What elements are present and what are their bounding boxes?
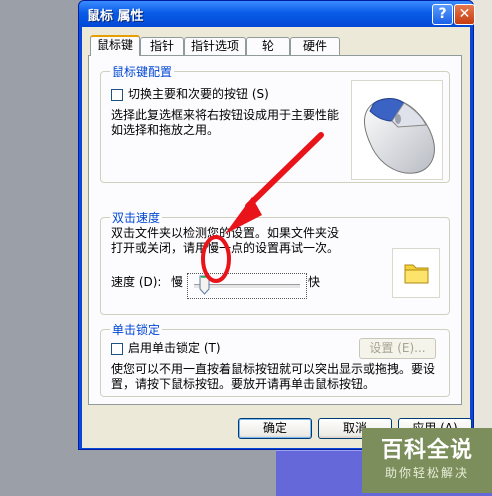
ok-button[interactable]: 确定 (238, 418, 312, 439)
click-lock-checkbox[interactable] (111, 343, 123, 355)
click-lock-title: 单击锁定 (110, 321, 163, 338)
test-folder[interactable] (392, 248, 440, 298)
mouse-properties-dialog: 鼠标 属性 ? ✕ 鼠标键 指针 指针选项 轮 硬件 鼠标键配置 切换主要和次要… (78, 0, 475, 450)
button-config-description: 如选择和拖放之用。 (111, 123, 220, 137)
click-lock-label[interactable]: 启用单击锁定 (T) (128, 341, 221, 356)
mouse-image (351, 80, 443, 180)
close-button[interactable]: ✕ (454, 4, 475, 25)
speed-label: 速度 (D): (111, 275, 162, 289)
watermark-title: 百科全说 (380, 438, 473, 463)
tab-pointers[interactable]: 指针 (140, 37, 184, 55)
button-config-description: 选择此复选框来将右按钮设成用于主要性能 (111, 108, 340, 122)
fast-label: 快 (308, 275, 321, 289)
tab-panel: 鼠标键配置 切换主要和次要的按钮 (S) 选择此复选框来将右按钮设成用于主要性能… (88, 55, 462, 405)
tab-hardware[interactable]: 硬件 (290, 37, 340, 55)
click-lock-description: 使您可以不用一直按着鼠标按钮就可以突出显示或拖拽。要设 (111, 362, 436, 376)
double-click-title: 双击速度 (110, 209, 163, 226)
folder-icon (404, 264, 429, 284)
slider-thumb[interactable] (199, 275, 210, 295)
dialog-client-area: 鼠标键 指针 指针选项 轮 硬件 鼠标键配置 切换主要和次要的按钮 (S) 选择… (82, 27, 472, 448)
tab-wheel[interactable]: 轮 (246, 37, 290, 55)
switch-buttons-label[interactable]: 切换主要和次要的按钮 (S) (128, 87, 269, 102)
tab-buttons[interactable]: 鼠标键 (90, 35, 140, 56)
double-click-description: 打开或关闭，请用慢一点的设置再试一次。 (111, 241, 340, 255)
click-lock-description: 置，请按下鼠标按钮。要放开请再单击鼠标按钮。 (111, 377, 376, 391)
watermark: 百科全说 助你轻松解决 (362, 428, 492, 493)
window-title: 鼠标 属性 (87, 9, 144, 24)
speed-slider[interactable] (187, 273, 307, 299)
help-button[interactable]: ? (432, 4, 453, 25)
watermark-subtitle: 助你轻松解决 (384, 466, 469, 480)
slow-label: 慢 (171, 275, 184, 289)
button-config-title: 鼠标键配置 (110, 63, 175, 80)
click-lock-settings-button[interactable]: 设置 (E)... (359, 338, 436, 359)
tab-pointer-options[interactable]: 指针选项 (184, 37, 246, 55)
mouse-icon (364, 98, 435, 174)
double-click-description: 双击文件夹以检测您的设置。如果文件夹没 (111, 226, 340, 240)
switch-buttons-checkbox[interactable] (111, 89, 123, 101)
title-bar[interactable]: 鼠标 属性 ? ✕ (79, 1, 475, 27)
